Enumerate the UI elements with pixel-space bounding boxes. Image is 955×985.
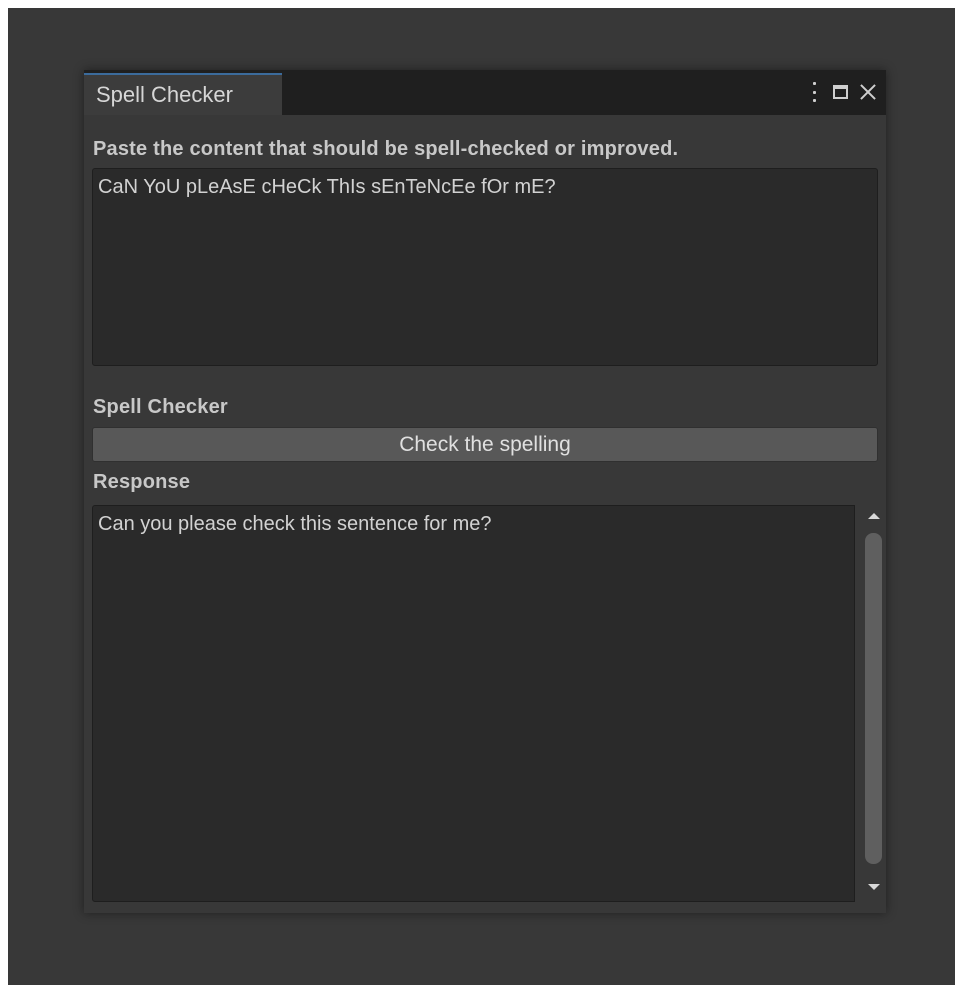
response-label: Response bbox=[93, 471, 191, 493]
scroll-up-arrow-icon[interactable] bbox=[868, 513, 880, 519]
response-scrollbar[interactable] bbox=[861, 505, 886, 902]
check-spelling-button[interactable]: Check the spelling bbox=[92, 427, 878, 462]
prompt-label: Paste the content that should be spell-c… bbox=[93, 138, 679, 160]
tab-spell-checker[interactable]: Spell Checker bbox=[84, 73, 282, 115]
response-output[interactable]: Can you please check this sentence for m… bbox=[92, 505, 855, 902]
tab-title: Spell Checker bbox=[96, 82, 233, 107]
window-controls bbox=[811, 78, 876, 106]
prompt-input[interactable]: CaN YoU pLeAsE cHeCk ThIs sEnTeNcEe fOr … bbox=[92, 168, 878, 366]
scroll-down-arrow-icon[interactable] bbox=[868, 884, 880, 890]
scroll-thumb[interactable] bbox=[865, 533, 882, 864]
spell-checker-section-label: Spell Checker bbox=[93, 396, 228, 418]
kebab-menu-icon[interactable] bbox=[811, 82, 817, 102]
maximize-icon[interactable] bbox=[833, 85, 848, 99]
spell-checker-window: Spell Checker Paste the content that sho… bbox=[84, 70, 886, 913]
close-icon[interactable] bbox=[860, 84, 876, 100]
window-tab-bar: Spell Checker bbox=[84, 70, 886, 115]
